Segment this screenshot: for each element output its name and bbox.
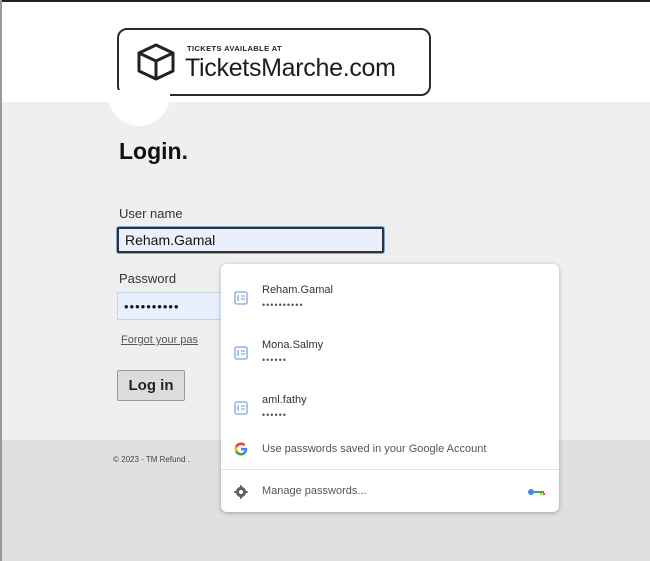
forgot-password-link[interactable]: Forgot your pas [121,334,225,346]
key-card-icon [234,346,248,360]
key-card-icon [234,401,248,415]
password-label: Password [119,271,177,286]
logo-tagline: TICKETS AVAILABLE AT [187,44,282,53]
credential-option-aml[interactable]: aml.fathy •••••• [221,380,559,430]
credential-option-mona[interactable]: Mona.Salmy •••••• [221,325,559,375]
password-autofill-dropdown: Reham.Gamal •••••••••• Mona.Salmy ••••••… [221,264,559,512]
google-option-label: Use passwords saved in your Google Accou… [262,443,487,455]
gear-icon [234,485,248,499]
manage-passwords-option[interactable]: Manage passwords... [221,477,559,505]
manage-option-label: Manage passwords... [262,485,367,497]
credential-password-mask: •••••••••• [262,300,304,310]
copyright-text: © 2023 - TM Refund . [113,455,190,464]
login-button[interactable]: Log in [117,370,185,401]
credential-password-mask: •••••• [262,410,287,420]
credential-password-mask: •••••• [262,355,287,365]
password-key-icon [528,489,545,495]
google-account-passwords-option[interactable]: Use passwords saved in your Google Accou… [221,436,559,464]
ticket-box-icon [137,43,175,81]
logo-brand: TicketsMarche.com [185,54,396,82]
logo[interactable]: TICKETS AVAILABLE AT TicketsMarche.com [117,28,431,96]
credential-username: Mona.Salmy [262,339,324,351]
page-title: Login. [119,138,188,164]
username-label: User name [119,206,183,221]
credential-username: aml.fathy [262,394,307,406]
credential-username: Reham.Gamal [262,284,333,296]
key-card-icon [234,291,248,305]
window-left-border [0,0,2,561]
username-input[interactable] [117,227,384,253]
google-g-icon [234,442,248,456]
credential-option-reham[interactable]: Reham.Gamal •••••••••• [221,270,559,320]
password-input[interactable] [117,292,227,320]
dropdown-divider [221,469,559,470]
